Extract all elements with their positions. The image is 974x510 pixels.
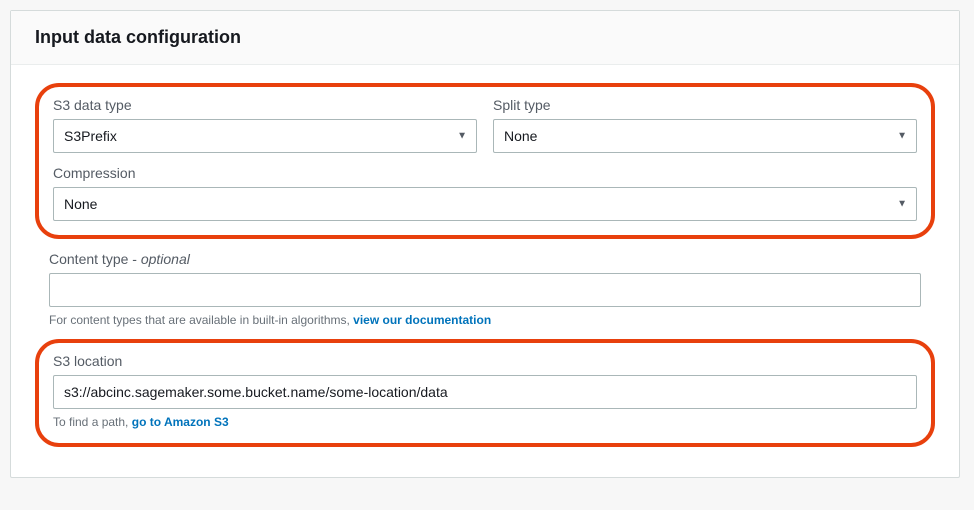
- s3-location-helper: To find a path, go to Amazon S3: [53, 415, 917, 429]
- label-content-type-text: Content type -: [49, 251, 141, 267]
- select-split-type-value: None: [493, 119, 917, 153]
- field-s3-location: S3 location To find a path, go to Amazon…: [53, 353, 917, 429]
- view-documentation-link[interactable]: view our documentation: [353, 313, 491, 327]
- field-compression: Compression None ▼: [53, 165, 917, 221]
- label-compression: Compression: [53, 165, 917, 181]
- s3-location-input[interactable]: [53, 375, 917, 409]
- panel-body: S3 data type S3Prefix ▼ Split type None …: [11, 65, 959, 477]
- content-type-input[interactable]: [49, 273, 921, 307]
- label-s3-location: S3 location: [53, 353, 917, 369]
- field-content-type: Content type - optional For content type…: [35, 251, 935, 327]
- select-split-type[interactable]: None ▼: [493, 119, 917, 153]
- field-s3-data-type: S3 data type S3Prefix ▼: [53, 97, 477, 153]
- label-content-type-optional: optional: [141, 251, 190, 267]
- go-to-s3-link[interactable]: go to Amazon S3: [132, 415, 229, 429]
- select-s3-data-type-value: S3Prefix: [53, 119, 477, 153]
- row-compression: Compression None ▼: [53, 165, 917, 221]
- select-s3-data-type[interactable]: S3Prefix ▼: [53, 119, 477, 153]
- content-type-helper: For content types that are available in …: [49, 313, 921, 327]
- field-split-type: Split type None ▼: [493, 97, 917, 153]
- select-compression[interactable]: None ▼: [53, 187, 917, 221]
- highlight-group-data-types: S3 data type S3Prefix ▼ Split type None …: [35, 83, 935, 239]
- panel-header: Input data configuration: [11, 11, 959, 65]
- label-content-type: Content type - optional: [49, 251, 921, 267]
- row-data-split: S3 data type S3Prefix ▼ Split type None …: [53, 97, 917, 153]
- content-type-helper-prefix: For content types that are available in …: [49, 313, 353, 327]
- input-data-config-panel: Input data configuration S3 data type S3…: [10, 10, 960, 478]
- select-compression-value: None: [53, 187, 917, 221]
- highlight-group-s3-location: S3 location To find a path, go to Amazon…: [35, 339, 935, 447]
- label-s3-data-type: S3 data type: [53, 97, 477, 113]
- panel-title: Input data configuration: [35, 27, 935, 48]
- label-split-type: Split type: [493, 97, 917, 113]
- s3-location-helper-prefix: To find a path,: [53, 415, 132, 429]
